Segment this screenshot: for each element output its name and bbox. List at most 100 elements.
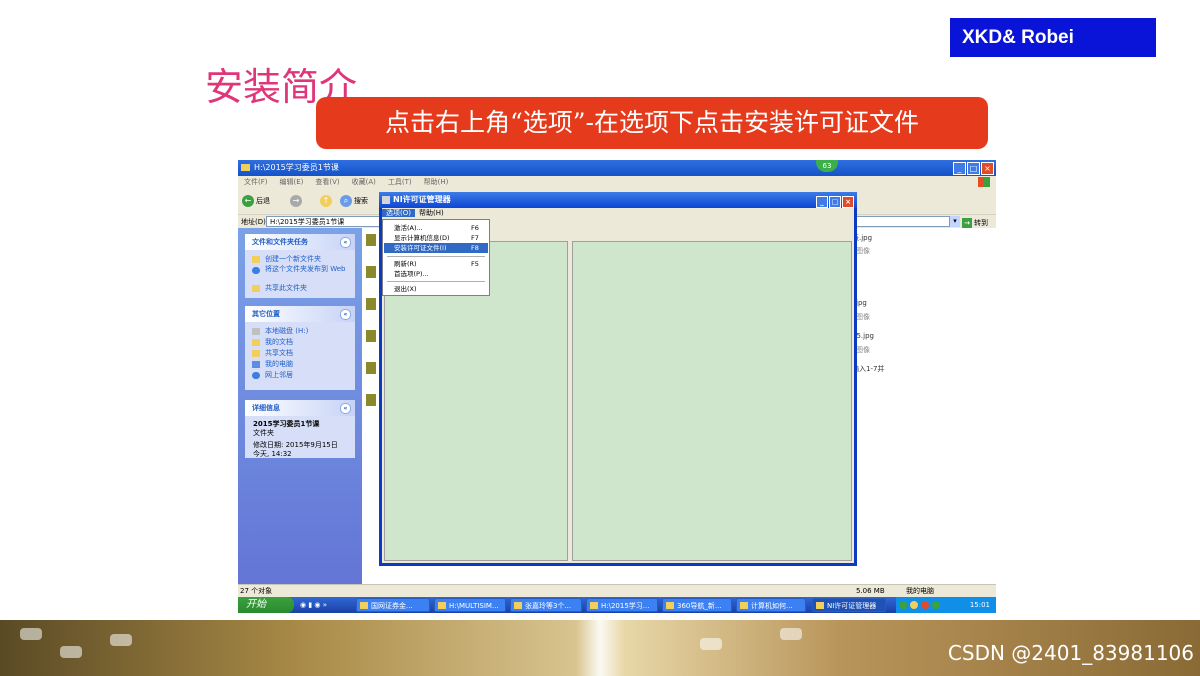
place-my-computer[interactable]: 我的电脑 <box>245 359 355 370</box>
start-button[interactable]: 开始 <box>238 597 294 613</box>
taskbar-item[interactable]: 360导航_新... <box>662 598 732 612</box>
license-detail-pane[interactable] <box>572 241 852 561</box>
menu-tools[interactable]: 工具(T) <box>388 178 412 186</box>
file-icons-column <box>366 234 376 434</box>
menu-view[interactable]: 查看(V) <box>315 178 339 186</box>
dialog-title: NI许可证管理器 <box>393 195 451 204</box>
quick-launch: ◉ ▮ ◉ » <box>300 601 328 609</box>
details-name: 2015学习委员1节课 <box>253 420 320 428</box>
other-places-header[interactable]: 其它位置 « <box>245 306 355 322</box>
maximize-icon[interactable]: □ <box>829 196 841 208</box>
menu-item-refresh[interactable]: 刷新(R) F5 <box>384 259 488 269</box>
folder-icon <box>241 164 250 171</box>
file-tasks-header[interactable]: 文件和文件夹任务 « <box>245 234 355 250</box>
address-dropdown-icon[interactable]: ▾ <box>950 216 960 227</box>
taskbar-item[interactable]: H:\2015学习... <box>586 598 658 612</box>
maximize-icon[interactable]: □ <box>967 162 980 175</box>
up-folder-button[interactable]: ↑ <box>320 194 334 208</box>
taskbar-item[interactable]: 张嘉玲等3个... <box>510 598 582 612</box>
chip-shape <box>700 638 722 650</box>
place-my-documents[interactable]: 我的文档 <box>245 337 355 348</box>
file-type: 图像 <box>856 247 870 255</box>
explorer-menubar: 文件(F) 编辑(E) 查看(V) 收藏(A) 工具(T) 帮助(H) <box>238 176 996 188</box>
taskbar: 开始 ◉ ▮ ◉ » 国网证券金... H:\MULTISIM... 张嘉玲等3… <box>238 597 996 613</box>
file-icon[interactable] <box>366 330 376 342</box>
search-button[interactable]: ⌕ 搜索 <box>340 194 368 208</box>
search-icon: ⌕ <box>340 195 352 207</box>
task-share-folder[interactable]: 共享此文件夹 <box>245 283 355 294</box>
forward-button[interactable]: → <box>290 194 304 208</box>
menu-help[interactable]: 帮助(H) <box>415 209 448 217</box>
taskbar-item-active[interactable]: NI许可证管理器 <box>812 598 886 612</box>
globe-icon <box>252 267 260 274</box>
app-icon <box>360 602 368 609</box>
place-network[interactable]: 网上邻居 <box>245 370 355 381</box>
tray-icon[interactable] <box>910 601 918 609</box>
details-panel: 详细信息 « 2015学习委员1节课 文件夹 修改日期: 2015年9月15日 今… <box>245 400 355 458</box>
watermark: CSDN @2401_83981106 <box>947 641 1194 665</box>
taskbar-item[interactable]: H:\MULTISIM... <box>434 598 506 612</box>
menu-separator <box>387 256 485 257</box>
menu-edit[interactable]: 编辑(E) <box>280 178 304 186</box>
taskbar-item[interactable]: 计算机如何... <box>736 598 806 612</box>
explorer-titlebar: H:\2015学习委员1节课 _ □ × <box>238 160 996 176</box>
collapse-icon[interactable]: « <box>340 237 351 248</box>
menu-item-install-license[interactable]: 安装许可证文件(I) F8 <box>384 243 488 253</box>
tray-icon[interactable] <box>932 601 940 609</box>
go-arrow-icon: → <box>962 218 972 228</box>
back-arrow-icon: ← <box>242 195 254 207</box>
tray-icon[interactable] <box>899 601 907 609</box>
collapse-icon[interactable]: « <box>340 403 351 414</box>
document-icon <box>740 602 748 609</box>
file-icon[interactable] <box>366 234 376 246</box>
taskbar-item[interactable]: 国网证券金... <box>356 598 430 612</box>
screenshot-explorer: H:\2015学习委员1节课 _ □ × 63 文件(F) 编辑(E) 查看(V) 收藏(… <box>238 160 996 613</box>
details-type: 文件夹 <box>253 429 274 437</box>
menu-item-exit[interactable]: 退出(X) <box>384 284 488 294</box>
folder-icon <box>252 350 260 357</box>
status-bar: 27 个对象 5.06 MB 我的电脑 <box>238 584 996 598</box>
network-icon <box>252 372 260 379</box>
slide: XKD& Robei 安装简介 点击右上角“选项”-在选项下点击安装许可证文件 … <box>0 0 1200 676</box>
window-controls: _ □ × <box>952 161 994 175</box>
close-icon[interactable]: × <box>981 162 994 175</box>
back-button[interactable]: ← 后退 <box>242 194 270 208</box>
place-shared-documents[interactable]: 共享文档 <box>245 348 355 359</box>
folder-icon <box>438 602 446 609</box>
minimize-icon[interactable]: _ <box>816 196 828 208</box>
minimize-icon[interactable]: _ <box>953 162 966 175</box>
clock: 15:01 <box>969 601 990 609</box>
menu-favorites[interactable]: 收藏(A) <box>352 178 376 186</box>
place-local-disk[interactable]: 本地磁盘 (H:) <box>245 326 355 337</box>
file-icon[interactable] <box>366 394 376 406</box>
share-folder-icon <box>252 285 260 292</box>
brand-label: XKD& Robei <box>950 18 1156 57</box>
windows-logo-icon <box>978 177 990 187</box>
app-icon <box>382 196 390 204</box>
task-pane: 文件和文件夹任务 « 创建一个新文件夹 将这个文件夹发布到 Web 共享此文件夹 … <box>238 228 362 584</box>
task-publish-web[interactable]: 将这个文件夹发布到 Web <box>245 265 355 283</box>
menu-file[interactable]: 文件(F) <box>244 178 268 186</box>
menu-item-preferences[interactable]: 首选项(P)... <box>384 269 488 279</box>
file-icon[interactable] <box>366 298 376 310</box>
task-new-folder[interactable]: 创建一个新文件夹 <box>245 254 355 265</box>
menu-help[interactable]: 帮助(H) <box>424 178 449 186</box>
file-type: 图像 <box>856 346 870 354</box>
collapse-icon[interactable]: « <box>340 309 351 320</box>
file-icon[interactable] <box>366 266 376 278</box>
tray-icon[interactable] <box>921 601 929 609</box>
file-name[interactable]: jpg <box>856 299 867 307</box>
file-icon[interactable] <box>366 362 376 374</box>
address-label: 地址(D) <box>241 218 266 226</box>
disk-icon <box>252 328 260 335</box>
menu-item-activate[interactable]: 激活(A)... F6 <box>384 223 488 233</box>
chip-shape <box>60 646 82 658</box>
close-icon[interactable]: × <box>842 196 854 208</box>
app-icon <box>816 602 824 609</box>
up-folder-icon: ↑ <box>320 195 332 207</box>
explorer-title: H:\2015学习委员1节课 <box>254 163 339 172</box>
details-header[interactable]: 详细信息 « <box>245 400 355 416</box>
menu-options[interactable]: 选项(O) <box>382 209 415 217</box>
menu-item-computer-info[interactable]: 显示计算机信息(D) F7 <box>384 233 488 243</box>
options-dropdown-menu: 激活(A)... F6 显示计算机信息(D) F7 安装许可证文件(I) F8 刷新(… <box>382 219 490 296</box>
